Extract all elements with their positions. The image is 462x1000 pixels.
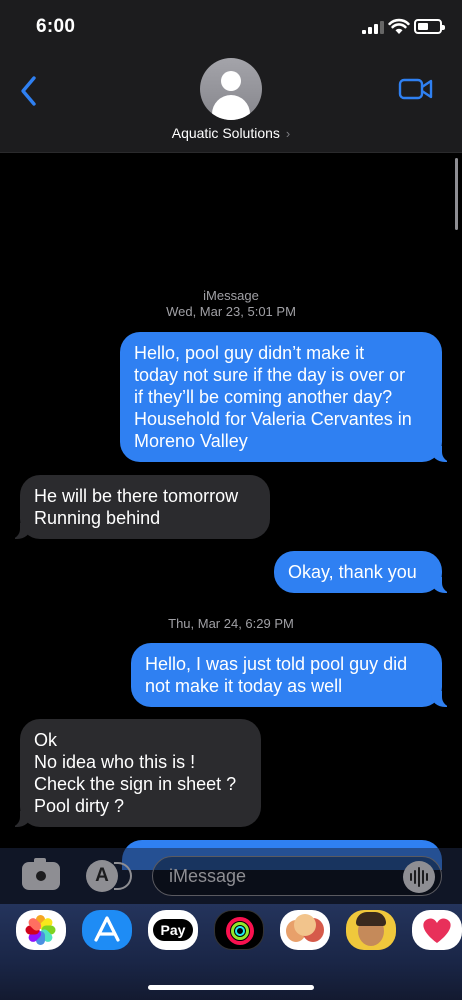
- scroll-indicator[interactable]: [455, 158, 458, 230]
- message-bubble-sent[interactable]: Hello, I was just told pool guy did not …: [131, 643, 453, 707]
- message-text: Pool dirty ?: [34, 796, 125, 816]
- message-text: today not sure if the day is over or: [134, 365, 406, 385]
- cellular-signal-icon: [362, 21, 384, 34]
- video-camera-icon[interactable]: [398, 78, 434, 100]
- apple-pay-label: Pay: [153, 919, 193, 941]
- message-input[interactable]: [169, 865, 389, 887]
- message-bubble-received[interactable]: He will be there tomorrow Running behind: [9, 475, 270, 539]
- apps-button-edge: [114, 862, 132, 890]
- back-chevron-icon[interactable]: [18, 74, 40, 108]
- message-bubble-sent[interactable]: Hello, pool guy didn’t make it today not…: [120, 332, 453, 462]
- message-text: Hello, I was just told pool guy did: [145, 654, 408, 674]
- status-time: 6:00: [36, 16, 76, 37]
- home-indicator[interactable]: [148, 985, 314, 990]
- audio-waveform-icon[interactable]: [403, 861, 435, 893]
- chevron-right-icon: ›: [285, 126, 291, 141]
- camera-icon[interactable]: [22, 858, 60, 890]
- message-text: not make it today as well: [145, 676, 343, 696]
- message-text: Household for Valeria Cervantes in: [134, 409, 412, 429]
- imessage-app-drawer: Pay: [0, 904, 462, 1000]
- message-text: if they’ll be coming another day?: [134, 387, 393, 407]
- composer-bar: A: [0, 848, 462, 904]
- message-bubble-received[interactable]: Ok No idea who this is ! Check the sign …: [9, 719, 261, 827]
- message-text: Ok: [34, 730, 58, 750]
- contact-name: Aquatic Solutions: [171, 125, 280, 141]
- apple-pay-icon[interactable]: Pay: [148, 910, 198, 950]
- message-text: Hello, pool guy didn’t make it: [134, 343, 365, 363]
- memoji-icon[interactable]: [280, 910, 330, 950]
- heart-icon[interactable]: [412, 910, 462, 950]
- fitness-icon[interactable]: [214, 910, 264, 950]
- service-label: iMessage: [203, 288, 259, 303]
- timestamp: Wed, Mar 23, 5:01 PM: [166, 304, 296, 319]
- message-text: He will be there tomorrow: [34, 486, 239, 506]
- message-text: Running behind: [34, 508, 161, 528]
- timestamp: Thu, Mar 24, 6:29 PM: [168, 616, 294, 631]
- conversation-header: Aquatic Solutions ›: [0, 50, 462, 153]
- memoji-stickers-icon[interactable]: [346, 910, 396, 950]
- battery-icon: [414, 19, 445, 34]
- message-text: No idea who this is !: [34, 752, 196, 772]
- app-store-icon[interactable]: [82, 910, 132, 950]
- photos-icon[interactable]: [16, 910, 66, 950]
- message-text: Okay, thank you: [288, 562, 417, 582]
- wifi-icon: [388, 18, 410, 34]
- message-input-field[interactable]: [152, 856, 442, 896]
- contact-name-button[interactable]: Aquatic Solutions ›: [0, 125, 462, 141]
- message-text: Check the sign in sheet ?: [34, 774, 237, 794]
- person-silhouette-icon: [221, 71, 241, 91]
- message-bubble-sent[interactable]: Okay, thank you: [274, 551, 453, 593]
- message-text: Moreno Valley: [134, 431, 248, 451]
- status-bar: 6:00: [0, 0, 462, 50]
- contact-avatar[interactable]: [200, 58, 262, 120]
